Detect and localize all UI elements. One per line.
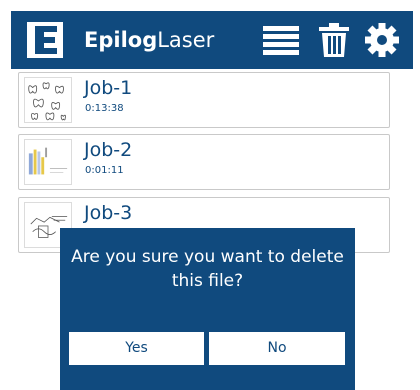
list-item-job-1[interactable]: Job-1 0:13:38 (18, 72, 390, 128)
logo-light-text: Laser (157, 28, 215, 52)
logo-bold-text: Epilog (84, 28, 158, 52)
job-thumbnail-colored-bars (24, 139, 72, 185)
gear-icon[interactable] (364, 22, 400, 58)
app-logo: EpilogLaser (84, 27, 214, 53)
job-name: Job-1 (84, 77, 133, 99)
trash-icon[interactable] (318, 22, 350, 58)
dialog-message: Are you sure you want to delete this fil… (71, 247, 344, 291)
yes-button[interactable]: Yes (69, 332, 204, 365)
job-thumbnail-butterflies (24, 77, 72, 123)
delete-confirm-dialog: Are you sure you want to delete this fil… (60, 228, 355, 390)
no-button[interactable]: No (209, 332, 345, 365)
list-item-job-2[interactable]: Job-2 0:01:11 (18, 134, 390, 190)
logo-e-icon (27, 22, 63, 58)
job-time: 0:13:38 (85, 103, 124, 114)
menu-icon[interactable] (262, 22, 300, 58)
job-time: 0:01:11 (85, 165, 124, 176)
app-header: EpilogLaser (11, 11, 413, 69)
job-name: Job-2 (84, 139, 133, 161)
job-name: Job-3 (84, 202, 133, 224)
